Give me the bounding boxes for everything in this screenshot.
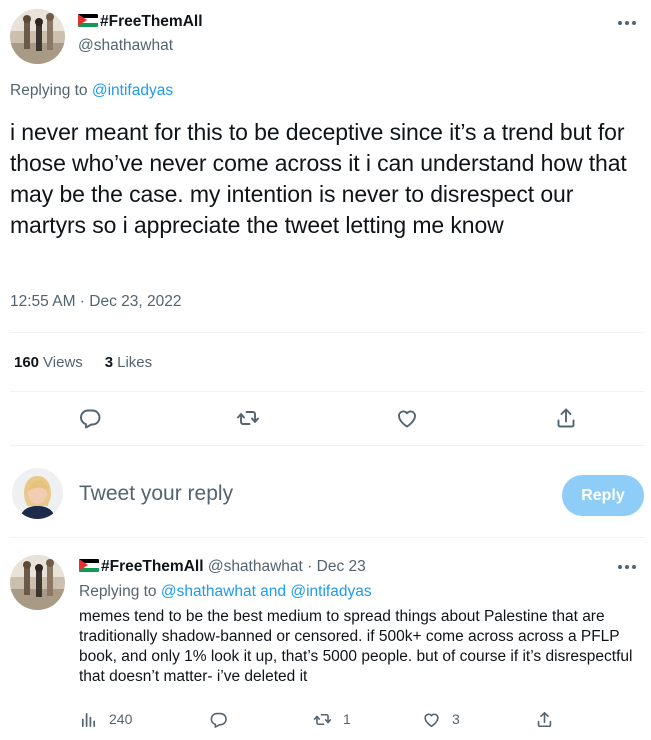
share-icon — [537, 711, 552, 727]
share-action[interactable] — [535, 709, 554, 729]
retweet-action[interactable]: 1 — [313, 709, 351, 729]
more-options-icon[interactable] — [615, 560, 639, 574]
divider — [10, 391, 645, 392]
author-handle[interactable]: @shathawhat — [78, 37, 173, 55]
reply-display-name[interactable]: #FreeThemAll — [101, 558, 204, 575]
reply-input[interactable]: Tweet your reply — [79, 482, 233, 506]
comment-icon — [210, 712, 227, 728]
reply-replying-to: Replying to @shathawhat and @intifadyas — [79, 583, 372, 600]
current-user-avatar[interactable] — [12, 468, 63, 519]
author-avatar[interactable] — [10, 9, 65, 64]
analytics-icon — [81, 712, 96, 727]
more-options-icon[interactable] — [615, 16, 639, 30]
palestine-flag-icon — [78, 14, 98, 27]
author-display-name[interactable]: #FreeThemAll — [78, 13, 203, 31]
share-icon[interactable] — [554, 406, 578, 430]
heart-icon[interactable] — [395, 406, 419, 430]
reply-author-avatar[interactable] — [10, 555, 65, 610]
views-action[interactable]: 240 — [79, 709, 132, 729]
tweet-stats: 160 Views 3 Likes — [14, 354, 152, 371]
retweet-icon — [313, 713, 332, 725]
reply-button[interactable]: Reply — [562, 475, 644, 516]
replying-to: Replying to @intifadyas — [10, 82, 174, 99]
like-action[interactable]: 3 — [422, 709, 460, 729]
tweet-timestamp[interactable]: 12:55 AM · Dec 23, 2022 — [10, 293, 181, 311]
palestine-flag-icon — [79, 559, 99, 572]
like-count: 3 — [452, 711, 460, 727]
tweet-text: i never meant for this to be deceptive s… — [10, 119, 627, 238]
retweet-count: 1 — [343, 711, 351, 727]
replying-to-link[interactable]: @intifadyas — [92, 82, 173, 99]
retweet-icon[interactable] — [236, 406, 260, 430]
reply-date[interactable]: Dec 23 — [317, 558, 366, 575]
divider — [10, 537, 645, 538]
comment-icon[interactable] — [78, 406, 102, 430]
divider — [10, 445, 645, 446]
heart-icon — [424, 713, 439, 727]
reply-header: #FreeThemAll @shathawhat · Dec 23 — [79, 558, 366, 576]
likes-stat[interactable]: 3 Likes — [105, 354, 152, 371]
reply-action[interactable] — [209, 709, 228, 729]
reply-handle[interactable]: @shathawhat — [208, 558, 303, 575]
replying-to-link[interactable]: @shathawhat and @intifadyas — [161, 583, 372, 600]
divider — [10, 332, 645, 333]
reply-text: memes tend to be the best medium to spre… — [79, 608, 633, 685]
views-count: 240 — [109, 711, 133, 727]
separator: · — [307, 558, 313, 575]
views-stat[interactable]: 160 Views — [14, 354, 83, 371]
